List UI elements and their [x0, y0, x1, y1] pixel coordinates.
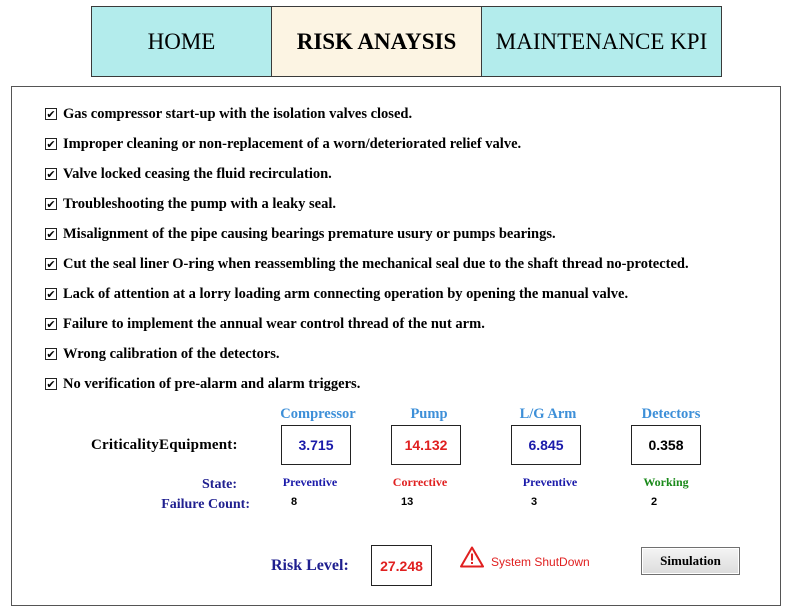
checkmark-icon: ✔ — [46, 167, 56, 181]
checkbox[interactable]: ✔ — [45, 198, 57, 210]
checklist-item-label: No verification of pre-alarm and alarm t… — [63, 375, 361, 392]
state-label: State: — [202, 477, 237, 492]
checklist-item[interactable]: ✔ Improper cleaning or non-replacement of… — [45, 134, 521, 154]
checklist-item[interactable]: ✔ Failure to implement the annual wear co… — [45, 314, 485, 334]
equipment-header-pump: Pump — [410, 406, 448, 422]
criticality-label: CriticalityEquipment: — [91, 437, 238, 453]
failure-count-pump: 13 — [401, 496, 414, 508]
criticality-value-detectors: 0.358 — [631, 425, 701, 465]
checkmark-icon: ✔ — [46, 197, 56, 211]
checklist-item[interactable]: ✔ Valve locked ceasing the fluid recircul… — [45, 164, 332, 184]
checkbox[interactable]: ✔ — [45, 348, 57, 360]
checkmark-icon: ✔ — [46, 257, 56, 271]
state-value-detectors: Working — [643, 475, 689, 489]
equipment-header-detectors: Detectors — [641, 406, 701, 422]
checklist-item[interactable]: ✔ Cut the seal liner O-ring when reassemb… — [45, 254, 689, 274]
failure-count-detectors: 2 — [651, 496, 658, 508]
checkmark-icon: ✔ — [46, 137, 56, 151]
checklist-item[interactable]: ✔ Gas compressor start-up with the isolat… — [45, 104, 412, 124]
criticality-value-lg-arm: 6.845 — [511, 425, 581, 465]
checkbox[interactable]: ✔ — [45, 318, 57, 330]
tab-bar: HOME RISK ANAYSIS MAINTENANCE KPI — [91, 6, 722, 77]
checklist-item[interactable]: ✔ No verification of pre-alarm and alarm … — [45, 374, 360, 394]
checklist-item-label: Failure to implement the annual wear con… — [63, 315, 485, 332]
simulation-button[interactable]: Simulation — [641, 547, 740, 575]
tab-home[interactable]: HOME — [91, 6, 272, 77]
tab-risk-analysis[interactable]: RISK ANAYSIS — [272, 6, 482, 77]
failure-count-label: Failure Count: — [161, 497, 250, 512]
risk-level-label: Risk Level: — [271, 557, 349, 574]
equipment-header-lg-arm: L/G Arm — [519, 406, 577, 422]
failure-count-lg-arm: 3 — [531, 496, 538, 508]
checkbox[interactable]: ✔ — [45, 138, 57, 150]
checkmark-icon: ✔ — [46, 347, 56, 361]
checklist-item-label: Wrong calibration of the detectors. — [63, 345, 280, 362]
checklist-item[interactable]: ✔ Troubleshooting the pump with a leaky s… — [45, 194, 336, 214]
tab-maintenance-kpi[interactable]: MAINTENANCE KPI — [482, 6, 722, 77]
criticality-value-compressor: 3.715 — [281, 425, 351, 465]
state-value-lg-arm: Preventive — [522, 475, 578, 489]
checklist-item[interactable]: ✔ Lack of attention at a lorry loading ar… — [45, 284, 628, 304]
checklist-item-label: Misalignment of the pipe causing bearing… — [63, 225, 556, 242]
criticality-value-pump: 14.132 — [391, 425, 461, 465]
checkbox[interactable]: ✔ — [45, 168, 57, 180]
checkmark-icon: ✔ — [46, 107, 56, 121]
system-status-text: System ShutDown — [491, 555, 590, 569]
checkbox[interactable]: ✔ — [45, 288, 57, 300]
checklist-item[interactable]: ✔ Misalignment of the pipe causing bearin… — [45, 224, 556, 244]
checklist-item-label: Cut the seal liner O-ring when reassembl… — [63, 255, 689, 272]
checkbox[interactable]: ✔ — [45, 378, 57, 390]
checklist-item-label: Valve locked ceasing the fluid recircula… — [63, 165, 332, 182]
state-value-pump: Corrective — [392, 475, 448, 489]
risk-level-value: 27.248 — [371, 545, 432, 586]
checkmark-icon: ✔ — [46, 377, 56, 391]
checklist-item-label: Gas compressor start-up with the isolati… — [63, 105, 413, 122]
checkmark-icon: ✔ — [46, 227, 56, 241]
state-value-compressor: Preventive — [282, 475, 338, 489]
equipment-header-compressor: Compressor — [280, 406, 356, 422]
failure-count-compressor: 8 — [291, 496, 298, 508]
checklist-item-label: Improper cleaning or non-replacement of … — [63, 135, 522, 152]
checklist-item[interactable]: ✔ Wrong calibration of the detectors. — [45, 344, 280, 364]
checklist-item-label: Troubleshooting the pump with a leaky se… — [63, 195, 336, 212]
checklist-item-label: Lack of attention at a lorry loading arm… — [63, 285, 629, 302]
checkmark-icon: ✔ — [46, 317, 56, 331]
checkmark-icon: ✔ — [46, 287, 56, 301]
checkbox[interactable]: ✔ — [45, 258, 57, 270]
warning-icon — [460, 546, 484, 568]
checkbox[interactable]: ✔ — [45, 228, 57, 240]
checkbox[interactable]: ✔ — [45, 108, 57, 120]
